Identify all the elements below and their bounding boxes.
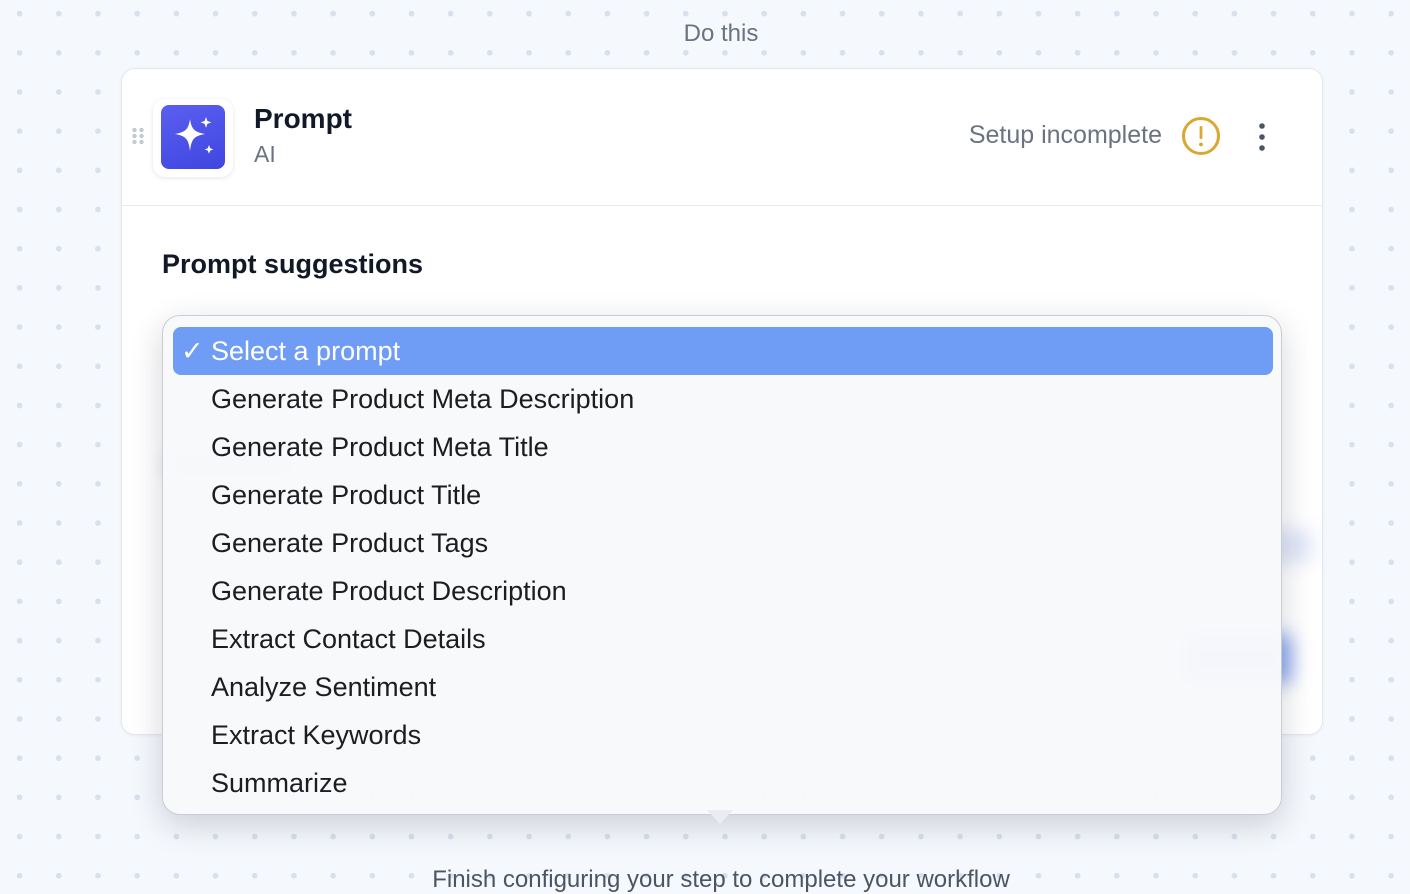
step-label: Do this <box>683 20 759 47</box>
dropdown-option[interactable]: Summarize <box>173 759 1273 807</box>
step-title: Prompt <box>254 103 352 134</box>
dropdown-option[interactable]: Generate Product Description <box>173 567 1273 615</box>
dropdown-option-label: Summarize <box>211 768 348 798</box>
dropdown-option[interactable]: Analyze Sentiment <box>173 663 1273 711</box>
dropdown-option-label: Select a prompt <box>211 336 401 366</box>
dropdown-option[interactable]: Generate Product Meta Description <box>173 375 1273 423</box>
dropdown-option-label: Extract Keywords <box>211 720 422 750</box>
checkmark-icon: ✓ <box>181 336 204 366</box>
step-header[interactable]: Prompt AI Setup incomplete <box>122 69 1322 206</box>
dropdown-option[interactable]: Extract Keywords <box>173 711 1273 759</box>
setup-status: Setup incomplete <box>968 121 1162 149</box>
prompt-suggestions-label: Prompt suggestions <box>162 249 424 279</box>
dropdown-option-label: Extract Contact Details <box>211 624 486 654</box>
more-options-icon[interactable] <box>1252 121 1272 153</box>
dropdown-option[interactable]: Generate Product Title <box>173 471 1273 519</box>
dropdown-option-label: Generate Product Meta Title <box>211 432 549 462</box>
step-app-name: AI <box>254 141 276 167</box>
dropdown-option[interactable]: ✓ Select a prompt <box>173 327 1273 375</box>
prompt-suggestions-dropdown[interactable]: ✓ Select a prompt Generate Product Meta De… <box>162 315 1282 815</box>
dropdown-option-label: Generate Product Tags <box>211 528 489 558</box>
dropdown-option[interactable]: Generate Product Meta Title <box>173 423 1273 471</box>
dropdown-pointer <box>707 810 733 824</box>
app-icon-frame <box>153 99 233 177</box>
dropdown-option[interactable]: Generate Product Tags <box>173 519 1273 567</box>
dropdown-option[interactable]: Extract Contact Details <box>173 615 1273 663</box>
dropdown-option-label: Analyze Sentiment <box>211 672 437 702</box>
dropdown-option-label: Generate Product Meta Description <box>211 384 635 414</box>
dropdown-option-label: Generate Product Description <box>211 576 567 606</box>
warning-icon <box>1182 117 1220 155</box>
sparkles-icon <box>161 105 225 169</box>
workflow-hint: Finish configuring your step to complete… <box>432 866 1010 893</box>
dropdown-option-label: Generate Product Title <box>211 480 482 510</box>
drag-handle-icon[interactable] <box>131 127 145 145</box>
